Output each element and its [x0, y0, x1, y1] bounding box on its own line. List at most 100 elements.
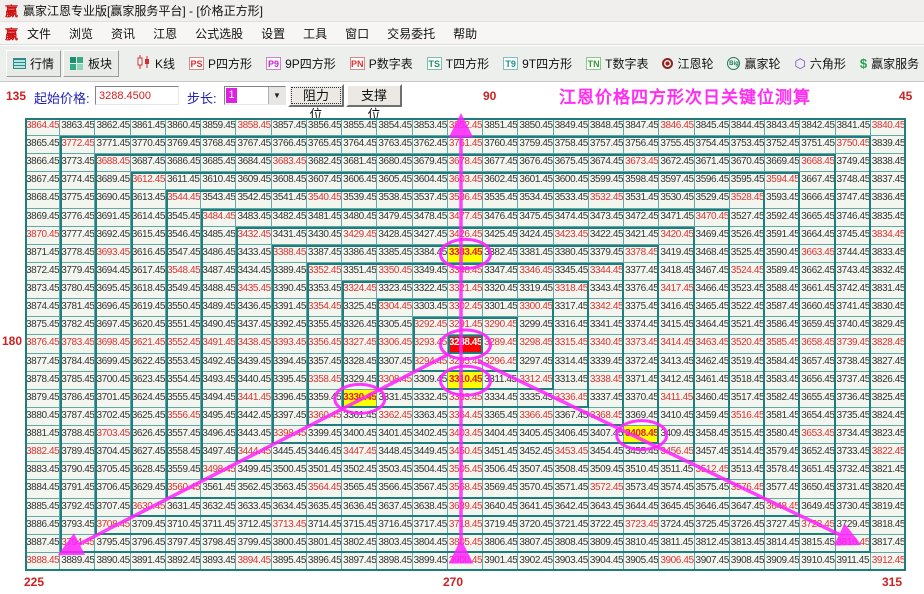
price-cell[interactable]: 3312.45 — [518, 372, 553, 390]
price-cell[interactable]: 3295.45 — [448, 354, 483, 372]
price-cell[interactable]: 3607.45 — [307, 172, 342, 190]
toolbar-p-square[interactable]: PSP四方形 — [183, 51, 258, 76]
price-cell[interactable]: 3857.45 — [272, 118, 307, 136]
price-cell[interactable]: 3741.45 — [836, 299, 871, 317]
resistance-button[interactable]: 阻力位 — [288, 84, 344, 107]
menu-item-trade-entrust[interactable]: 交易委托 — [378, 22, 444, 45]
price-cell[interactable]: 3686.45 — [166, 154, 201, 172]
price-cell[interactable]: 3776.45 — [60, 209, 95, 227]
price-cell[interactable]: 3546.45 — [166, 227, 201, 245]
price-cell[interactable]: 3576.45 — [730, 480, 765, 498]
price-cell[interactable]: 3493.45 — [201, 372, 236, 390]
price-cell[interactable]: 3747.45 — [836, 190, 871, 208]
price-cell[interactable]: 3474.45 — [554, 209, 589, 227]
price-cell[interactable]: 3524.45 — [730, 263, 765, 281]
price-cell[interactable]: 3673.45 — [624, 154, 659, 172]
toolbar-sectors[interactable]: 板块 — [63, 50, 119, 77]
price-cell[interactable]: 3715.45 — [342, 517, 377, 535]
price-cell[interactable]: 3841.45 — [836, 118, 871, 136]
price-cell[interactable]: 3892.45 — [166, 553, 201, 571]
price-cell[interactable]: 3505.45 — [448, 462, 483, 480]
price-cell[interactable]: 3759.45 — [518, 136, 553, 154]
price-cell[interactable]: 3406.45 — [554, 426, 589, 444]
price-cell[interactable]: 3684.45 — [236, 154, 271, 172]
price-cell[interactable]: 3594.45 — [765, 172, 800, 190]
toolbar-p-number-table[interactable]: PNP数字表 — [344, 51, 419, 76]
price-cell[interactable]: 3691.45 — [95, 209, 130, 227]
price-cell[interactable]: 3464.45 — [695, 317, 730, 335]
price-cell[interactable]: 3725.45 — [695, 517, 730, 535]
price-cell[interactable]: 3455.45 — [624, 444, 659, 462]
price-cell[interactable]: 3293.45 — [413, 335, 448, 353]
price-cell[interactable]: 3687.45 — [131, 154, 166, 172]
price-cell[interactable]: 3590.45 — [765, 245, 800, 263]
price-cell[interactable]: 3350.45 — [377, 263, 412, 281]
price-cell[interactable]: 3769.45 — [166, 136, 201, 154]
price-cell[interactable]: 3821.45 — [871, 462, 906, 480]
price-cell[interactable]: 3413.45 — [659, 354, 694, 372]
price-cell[interactable]: 3610.45 — [201, 172, 236, 190]
price-cell[interactable]: 3386.45 — [342, 245, 377, 263]
price-cell[interactable]: 3633.45 — [236, 499, 271, 517]
price-cell[interactable]: 3593.45 — [765, 190, 800, 208]
price-cell[interactable]: 3552.45 — [166, 335, 201, 353]
price-cell[interactable]: 3360.45 — [307, 408, 342, 426]
price-cell[interactable]: 3906.45 — [659, 553, 694, 571]
price-cell[interactable]: 3604.45 — [413, 172, 448, 190]
price-cell[interactable]: 3320.45 — [483, 281, 518, 299]
price-cell[interactable]: 3614.45 — [131, 209, 166, 227]
price-cell[interactable]: 3448.45 — [377, 444, 412, 462]
price-cell[interactable]: 3475.45 — [518, 209, 553, 227]
price-cell[interactable]: 3584.45 — [765, 354, 800, 372]
price-cell[interactable]: 3444.45 — [236, 444, 271, 462]
price-cell[interactable]: 3410.45 — [659, 408, 694, 426]
price-cell[interactable]: 3882.45 — [25, 444, 60, 462]
price-cell[interactable]: 3357.45 — [307, 354, 342, 372]
price-cell[interactable]: 3893.45 — [201, 553, 236, 571]
price-cell[interactable]: 3442.45 — [236, 408, 271, 426]
price-cell[interactable]: 3860.45 — [166, 118, 201, 136]
price-cell[interactable]: 3845.45 — [695, 118, 730, 136]
price-cell[interactable]: 3503.45 — [377, 462, 412, 480]
price-cell[interactable]: 3437.45 — [236, 317, 271, 335]
price-cell[interactable]: 3844.45 — [730, 118, 765, 136]
price-cell[interactable]: 3435.45 — [236, 281, 271, 299]
menu-item-tools[interactable]: 工具 — [294, 22, 336, 45]
price-cell[interactable]: 3588.45 — [765, 281, 800, 299]
price-cell[interactable]: 3595.45 — [730, 172, 765, 190]
price-cell[interactable]: 3359.45 — [307, 390, 342, 408]
price-cell[interactable]: 3677.45 — [483, 154, 518, 172]
price-cell[interactable]: 3289.45 — [483, 335, 518, 353]
price-cell[interactable]: 3548.45 — [166, 263, 201, 281]
price-cell[interactable]: 3480.45 — [342, 209, 377, 227]
price-cell[interactable]: 3512.45 — [695, 462, 730, 480]
price-cell[interactable]: 3583.45 — [765, 372, 800, 390]
price-cell[interactable]: 3376.45 — [624, 281, 659, 299]
price-cell[interactable]: 3465.45 — [695, 299, 730, 317]
price-cell[interactable]: 3407.45 — [589, 426, 624, 444]
price-cell[interactable]: 3316.45 — [554, 317, 589, 335]
price-cell[interactable]: 3827.45 — [871, 354, 906, 372]
price-cell[interactable]: 3566.45 — [377, 480, 412, 498]
support-button[interactable]: 支撑位 — [346, 84, 402, 107]
price-cell[interactable]: 3879.45 — [25, 390, 60, 408]
price-cell[interactable]: 3789.45 — [60, 444, 95, 462]
menu-item-formula-stock-pick[interactable]: 公式选股 — [186, 22, 252, 45]
price-cell[interactable]: 3719.45 — [483, 517, 518, 535]
price-cell[interactable]: 3530.45 — [659, 190, 694, 208]
price-cell[interactable]: 3542.45 — [236, 190, 271, 208]
price-cell[interactable]: 3433.45 — [236, 245, 271, 263]
price-cell[interactable]: 3692.45 — [95, 227, 130, 245]
price-cell[interactable]: 3869.45 — [25, 209, 60, 227]
toolbar-t-number-table[interactable]: TNT数字表 — [580, 51, 654, 76]
price-cell[interactable]: 3472.45 — [624, 209, 659, 227]
price-cell[interactable]: 3599.45 — [589, 172, 624, 190]
price-cell[interactable]: 3351.45 — [342, 263, 377, 281]
price-cell[interactable]: 3301.45 — [483, 299, 518, 317]
price-cell[interactable]: 3779.45 — [60, 263, 95, 281]
price-cell[interactable]: 3734.45 — [836, 426, 871, 444]
price-cell[interactable]: 3423.45 — [554, 227, 589, 245]
price-cell[interactable]: 3494.45 — [201, 390, 236, 408]
price-cell[interactable]: 3697.45 — [95, 317, 130, 335]
price-cell[interactable]: 3373.45 — [624, 335, 659, 353]
